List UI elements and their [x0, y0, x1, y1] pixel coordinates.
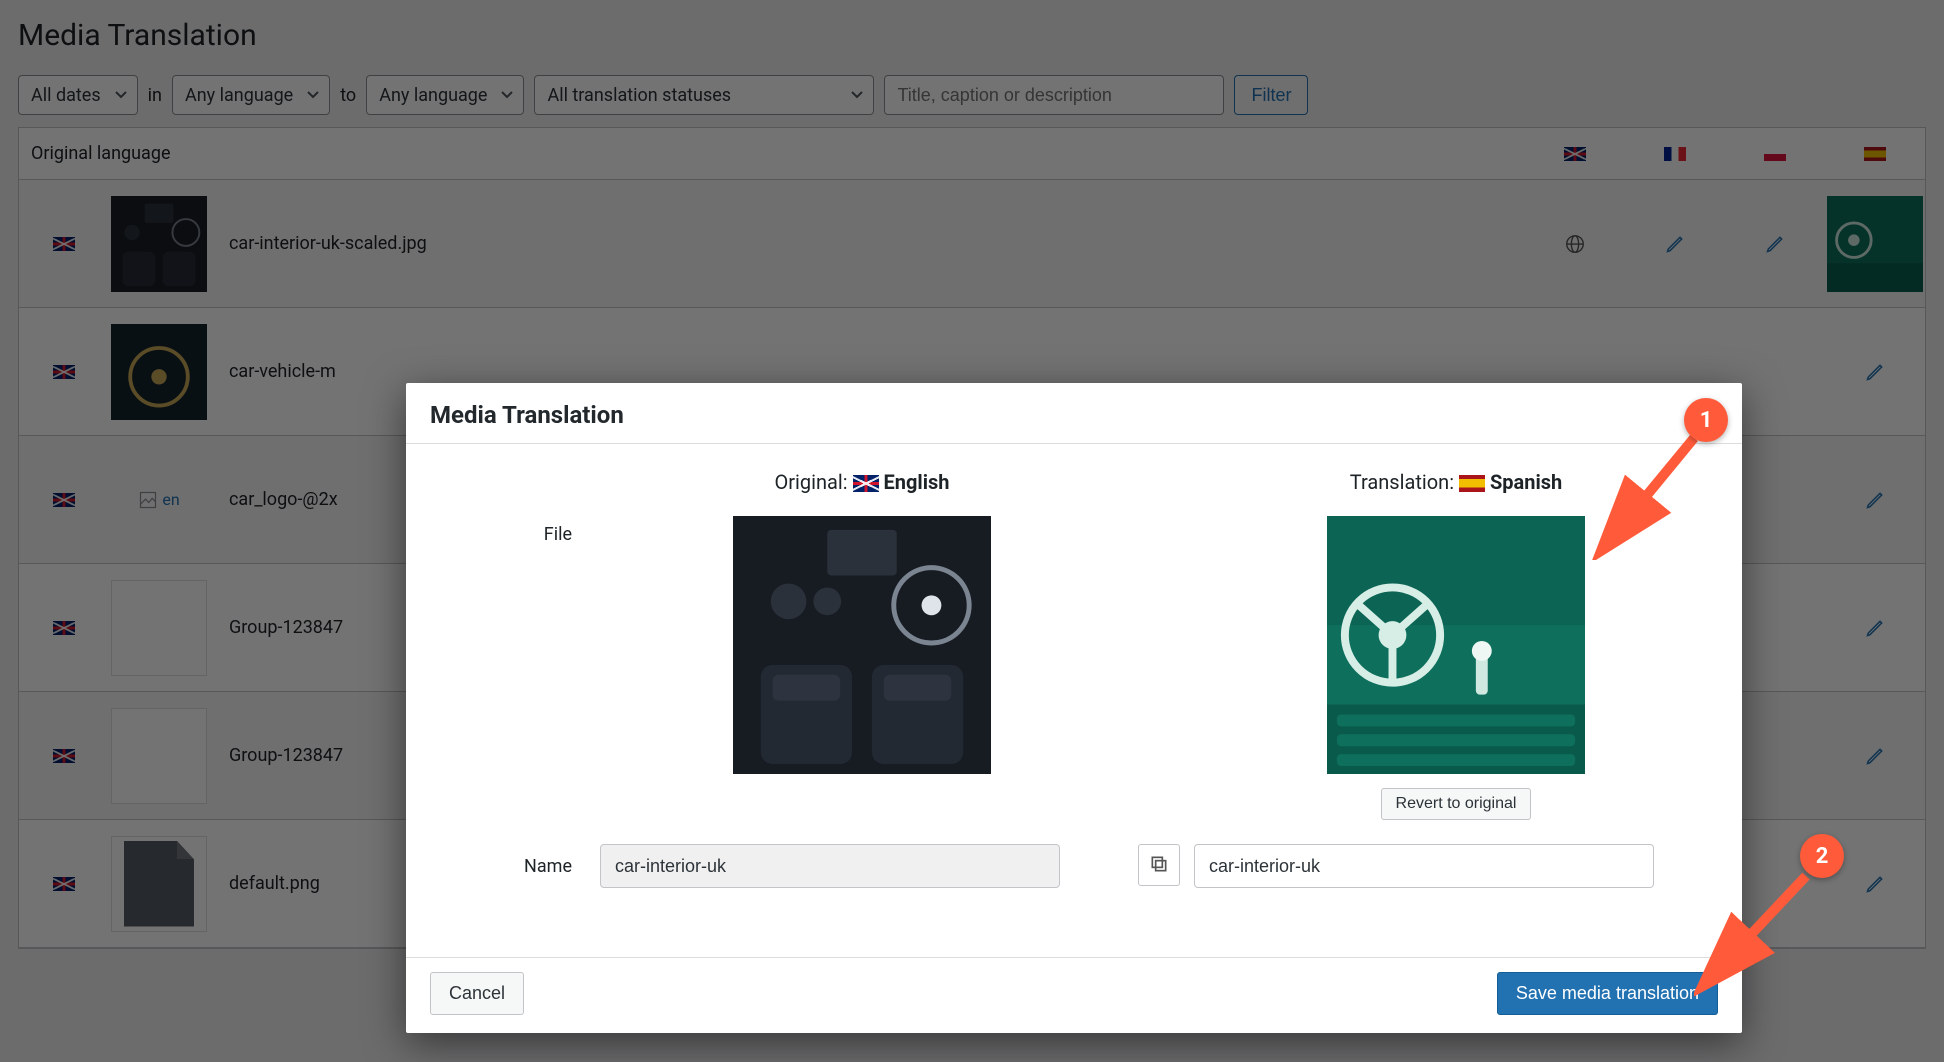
dialog-body: Original: English Translation: Spanish F…	[406, 444, 1742, 957]
translation-lang-name: Spanish	[1490, 470, 1562, 494]
cancel-button[interactable]: Cancel	[430, 972, 524, 1015]
annotation-arrow-2	[1694, 868, 1824, 998]
save-media-translation-button[interactable]: Save media translation	[1497, 972, 1718, 1015]
flag-es-icon	[1459, 475, 1485, 492]
dialog-title: Media Translation	[430, 401, 1718, 429]
translation-prefix: Translation:	[1350, 470, 1459, 494]
dialog-header: Media Translation	[406, 383, 1742, 444]
original-language-label: Original: English	[600, 470, 1124, 494]
translation-image[interactable]	[1327, 516, 1585, 774]
flag-uk-icon	[853, 475, 879, 492]
name-row-label: Name	[430, 856, 600, 877]
annotation-callout-2: 2	[1800, 834, 1844, 878]
revert-to-original-button[interactable]: Revert to original	[1381, 788, 1532, 820]
annotation-callout-1: 1	[1684, 398, 1728, 442]
media-translation-dialog: Media Translation Original: English Tran…	[406, 383, 1742, 1033]
original-image[interactable]	[733, 516, 991, 774]
original-lang-name: English	[884, 470, 950, 494]
copy-icon	[1149, 854, 1169, 877]
file-row-label: File	[430, 516, 600, 545]
annotation-arrow-1	[1592, 430, 1712, 560]
copy-to-translation-button[interactable]	[1138, 844, 1180, 886]
translation-name-input[interactable]	[1194, 844, 1654, 888]
original-name-input	[600, 844, 1060, 888]
dialog-footer: Cancel Save media translation	[406, 957, 1742, 1033]
original-prefix: Original:	[774, 470, 852, 494]
